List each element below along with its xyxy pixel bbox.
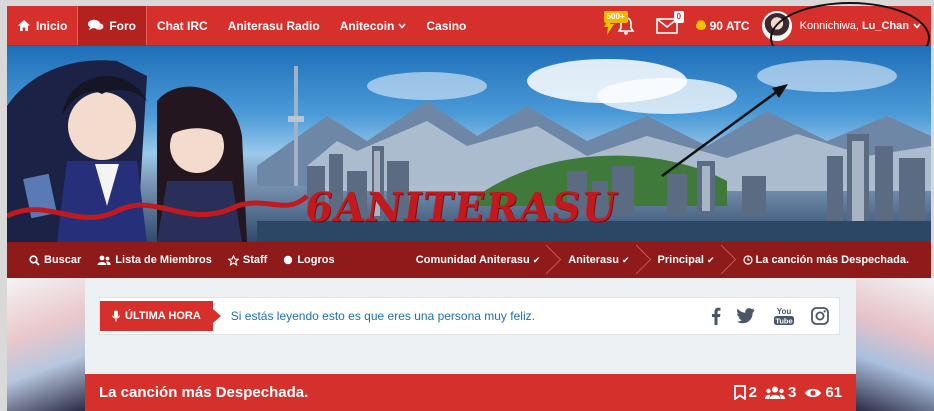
nav-item-anitecoin[interactable]: Anitecoin: [330, 6, 417, 45]
home-icon: [17, 19, 31, 32]
breadcrumb: Comunidad Aniterasu ✔ Aniterasu ✔ Princi…: [402, 242, 931, 278]
breadcrumb-item[interactable]: Comunidad Aniterasu ✔: [402, 242, 554, 278]
comments-icon: [88, 19, 104, 32]
svg-text:Tube: Tube: [775, 317, 792, 326]
participants-count: 3: [787, 384, 797, 401]
notifications-badge: 500+: [603, 11, 628, 23]
nav-item-foro[interactable]: Foro: [77, 6, 148, 45]
nav-item-label: Foro: [109, 18, 137, 33]
users-icon: [97, 255, 111, 266]
microphone-icon: [112, 310, 120, 322]
youtube-icon[interactable]: You Tube: [773, 306, 795, 326]
subnav-item-label: Staff: [242, 254, 268, 266]
notifications-button[interactable]: 500+: [594, 6, 646, 45]
nav-item-label: Inicio: [36, 18, 68, 33]
subnav-item-label: Logros: [297, 254, 335, 266]
nav-item-label: Casino: [426, 18, 467, 33]
logo-wordmark: ANITERASU: [330, 184, 621, 231]
pin-icon: ✔: [532, 254, 541, 265]
bookmarks-stat: 2: [733, 384, 757, 401]
circle-icon: [283, 255, 293, 265]
messages-button[interactable]: 0: [646, 6, 688, 45]
views-count: 61: [825, 384, 842, 401]
subnav-item-staff[interactable]: Staff: [220, 254, 275, 266]
nav-item-label: Aniterasu Radio: [227, 18, 320, 33]
nav-item-label: Anitecoin: [339, 18, 395, 33]
participants-stat: 3: [764, 384, 797, 401]
subnav-item-logros[interactable]: Logros: [275, 254, 342, 266]
news-ticker: ÚLTIMA HORA Si estás leyendo esto es que…: [99, 297, 840, 335]
bookmark-icon: [733, 385, 746, 400]
nav-item-inicio[interactable]: Inicio: [7, 6, 77, 45]
nav-item-aniterasu-radio[interactable]: Aniterasu Radio: [218, 6, 330, 45]
thread-stats: 2 3 61: [733, 384, 842, 401]
nav-item-label: Chat IRC: [157, 18, 208, 33]
breadcrumb-current: La canción más Despechada.: [729, 242, 931, 278]
side-decoration-left: [7, 278, 85, 411]
messages-badge: 0: [673, 11, 685, 23]
clock-icon: [742, 255, 753, 265]
subnav-item-label: Lista de Miembros: [115, 254, 212, 266]
ticker-label: ÚLTIMA HORA: [100, 301, 221, 331]
chevron-down-icon: [398, 22, 406, 29]
ticker-text[interactable]: Si estás leyendo esto es que eres una pe…: [231, 309, 535, 323]
star-icon: [227, 254, 239, 266]
breadcrumb-item[interactable]: Aniterasu ✔: [554, 242, 643, 278]
facebook-icon[interactable]: [711, 307, 721, 325]
nav-item-chat-irc[interactable]: Chat IRC: [147, 6, 218, 45]
svg-text:You: You: [777, 307, 792, 316]
eye-icon: [804, 387, 822, 399]
subnav-item-lista-de-miembros[interactable]: Lista de Miembros: [89, 254, 220, 266]
thread-title: La canción más Despechada.: [99, 384, 309, 401]
coins-icon: [695, 21, 706, 30]
bookmarks-count: 2: [748, 384, 757, 401]
currency-value: 90 ATC: [709, 18, 750, 33]
ticker-label-text: ÚLTIMA HORA: [125, 310, 201, 322]
pin-icon: ✔: [707, 254, 715, 265]
currency-balance[interactable]: 90 ATC: [688, 19, 758, 33]
subnav-item-buscar[interactable]: Buscar: [7, 254, 89, 266]
thread-title-bar: La canción más Despechada. 2 3 61: [85, 374, 856, 411]
pin-icon: ✔: [621, 254, 630, 265]
side-decoration-right: [856, 278, 934, 411]
site-logo[interactable]: 6ANITERASU: [302, 184, 621, 231]
main-content: ÚLTIMA HORA Si estás leyendo esto es que…: [85, 278, 856, 411]
breadcrumb-label: Comunidad Aniterasu: [415, 254, 530, 266]
breadcrumb-label: Aniterasu: [568, 254, 619, 266]
twitter-icon[interactable]: [737, 308, 757, 324]
breadcrumb-label: La canción más Despechada.: [755, 254, 909, 266]
instagram-icon[interactable]: [811, 307, 829, 325]
nav-item-casino[interactable]: Casino: [416, 6, 476, 45]
secondary-navigation-bar: Buscar Lista de Miembros Staff Logros Co…: [7, 242, 931, 278]
site-banner: 6ANITERASU: [7, 46, 931, 242]
breadcrumb-item[interactable]: Principal ✔: [644, 242, 729, 278]
search-icon: [29, 254, 40, 266]
breadcrumb-label: Principal: [657, 254, 704, 266]
social-links: You Tube: [711, 306, 839, 326]
users-icon: [764, 386, 785, 400]
subnav-item-label: Buscar: [44, 254, 82, 266]
views-stat: 61: [804, 384, 842, 401]
